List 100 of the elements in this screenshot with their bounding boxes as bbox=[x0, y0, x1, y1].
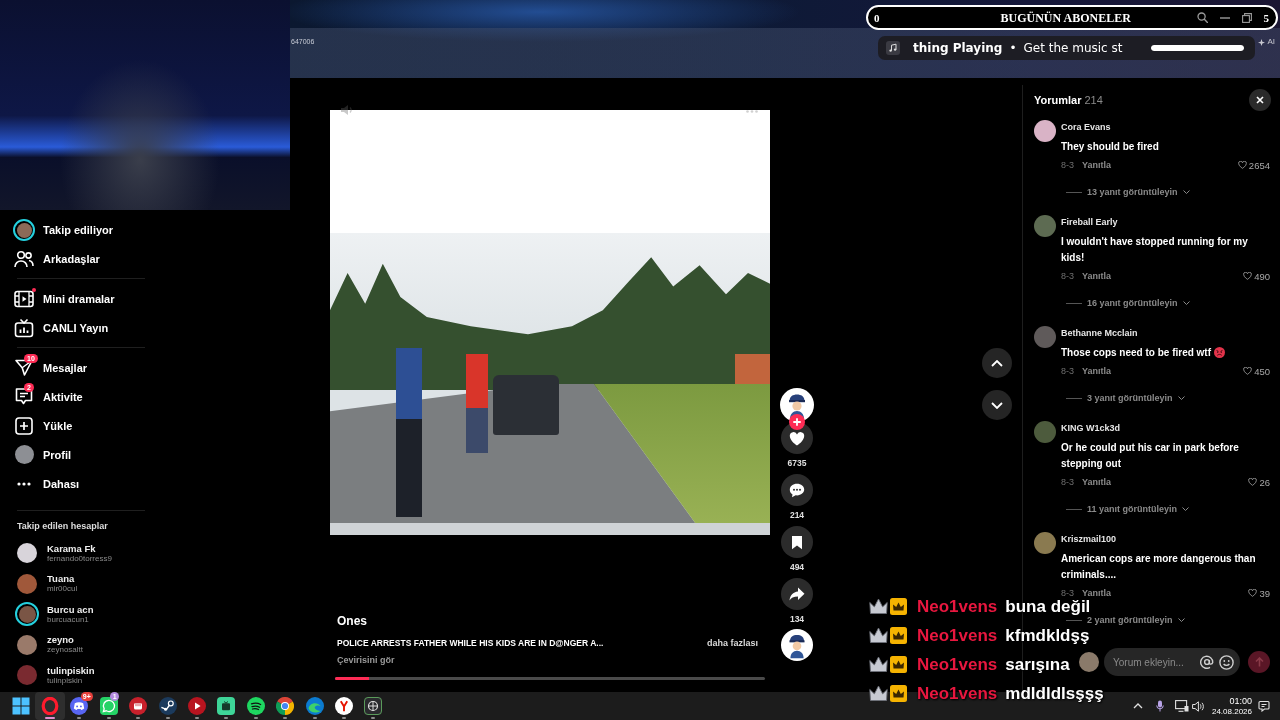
account-handle: mir00cul bbox=[47, 584, 78, 595]
account-name[interactable]: Burcu acn bbox=[47, 603, 94, 615]
user-avatar bbox=[14, 445, 34, 464]
notification-icon[interactable] bbox=[1258, 700, 1270, 712]
monitor-icon[interactable] bbox=[1174, 700, 1189, 712]
more-link[interactable]: daha fazlası bbox=[706, 636, 758, 650]
next-video-button[interactable] bbox=[982, 390, 1012, 420]
chevron-down-icon bbox=[1182, 507, 1190, 511]
sound-waves-app-icon bbox=[246, 697, 265, 715]
comment-author[interactable]: Kriszmail100 bbox=[1061, 532, 1117, 546]
play-app-icon bbox=[188, 697, 207, 715]
people-icon bbox=[14, 249, 34, 268]
minimize-icon[interactable] bbox=[1219, 16, 1230, 19]
track-title: thing Playing bbox=[913, 40, 1003, 56]
send-button[interactable] bbox=[1248, 651, 1270, 673]
sidebar-link[interactable]: Dahası bbox=[14, 469, 84, 498]
creator-avatar[interactable] bbox=[780, 388, 814, 422]
comment-like-button[interactable]: 450 bbox=[1243, 365, 1270, 377]
view-replies-button[interactable]: 13 yanıt görüntüleyin bbox=[1061, 183, 1190, 201]
sound-avatar[interactable] bbox=[781, 629, 813, 661]
reply-link[interactable]: Yanıtla bbox=[1082, 477, 1112, 487]
microphone-icon[interactable] bbox=[1155, 700, 1164, 712]
color-wheel-app-icon bbox=[276, 697, 295, 715]
speaker-icon[interactable] bbox=[341, 105, 353, 115]
comments-title: Yorumlar bbox=[1034, 94, 1082, 106]
chevron-down-icon bbox=[1177, 618, 1185, 622]
comment-text: They should be fired bbox=[1061, 141, 1159, 152]
comment-button[interactable] bbox=[781, 474, 813, 506]
bookmark-button[interactable] bbox=[781, 526, 813, 558]
share-arrow-icon bbox=[789, 587, 805, 601]
comment-date: 8-3 bbox=[1061, 271, 1074, 281]
chevron-up-icon[interactable] bbox=[1132, 703, 1143, 709]
ai-label[interactable]: AI bbox=[1267, 36, 1275, 48]
like-button[interactable] bbox=[781, 422, 813, 454]
video-author[interactable]: Ones bbox=[337, 613, 367, 629]
view-replies-button[interactable]: 11 yanıt görüntüleyin bbox=[1061, 500, 1190, 518]
sidebar-link[interactable]: Takip ediliyor bbox=[14, 215, 118, 244]
comment-text: Or he could put his car in park before stepping out bbox=[1061, 442, 1239, 469]
count-label: 0 bbox=[874, 10, 880, 25]
comment-count: 214 bbox=[789, 509, 805, 522]
comment-field[interactable]: Yorum ekleyin... bbox=[1104, 648, 1240, 676]
share-button[interactable] bbox=[781, 578, 813, 610]
previous-video-button[interactable] bbox=[982, 348, 1012, 378]
arrow-up-icon bbox=[1254, 657, 1264, 667]
sidebar-link[interactable]: CANLI Yayın bbox=[14, 313, 113, 342]
account-name[interactable]: zeyno bbox=[47, 634, 74, 646]
separator: • bbox=[1009, 40, 1017, 56]
view-replies-button[interactable]: 3 yanıt görüntüleyin bbox=[1061, 389, 1185, 407]
reply-link[interactable]: Yanıtla bbox=[1082, 160, 1112, 170]
account-name[interactable]: tulinpiskin bbox=[47, 664, 95, 676]
sparkle-icon bbox=[1258, 38, 1266, 46]
user-avatar[interactable] bbox=[17, 543, 37, 564]
user-avatar bbox=[1079, 652, 1099, 672]
comment-like-button[interactable]: 2654 bbox=[1237, 159, 1270, 171]
restore-icon[interactable] bbox=[1241, 12, 1252, 23]
sidebar-link[interactable]: Arkadaşlar bbox=[14, 244, 104, 273]
comment-like-button[interactable]: 39 bbox=[1248, 587, 1270, 599]
search-icon[interactable] bbox=[1196, 12, 1208, 23]
comment-author[interactable]: KING W1ck3d bbox=[1061, 421, 1120, 435]
view-replies-button[interactable]: 16 yanıt görüntüleyin bbox=[1061, 294, 1190, 312]
music-progress-track[interactable] bbox=[1151, 45, 1244, 51]
mention-icon[interactable] bbox=[1200, 655, 1214, 669]
crown-icon bbox=[869, 598, 888, 615]
account-name[interactable]: Tuana bbox=[47, 573, 75, 585]
smiley-icon[interactable] bbox=[1219, 654, 1234, 670]
comment-like-button[interactable]: 26 bbox=[1248, 476, 1270, 488]
comment-date: 8-3 bbox=[1061, 588, 1074, 598]
comment-like-button[interactable]: 490 bbox=[1243, 270, 1270, 282]
video-progress-track[interactable] bbox=[335, 677, 765, 680]
comment-author[interactable]: Fireball Early bbox=[1061, 215, 1118, 229]
sidebar-link[interactable]: Profil bbox=[14, 440, 76, 469]
music-note-icon[interactable] bbox=[886, 41, 900, 55]
sidebar-link[interactable]: Yükle bbox=[14, 411, 77, 440]
reply-link[interactable]: Yanıtla bbox=[1082, 271, 1112, 281]
lever-app-icon bbox=[158, 697, 177, 715]
clock-time[interactable]: 01:00 bbox=[1211, 695, 1252, 707]
plus-square-icon bbox=[15, 416, 33, 435]
chat-username: Neo1vens bbox=[917, 624, 998, 647]
user-avatar[interactable] bbox=[15, 602, 39, 627]
comment-author[interactable]: Cora Evans bbox=[1061, 120, 1111, 134]
user-avatar[interactable] bbox=[1034, 120, 1056, 142]
sidebar-link[interactable]: Mini dramalar bbox=[14, 284, 119, 313]
chat-message: sarışına bbox=[1005, 653, 1070, 676]
speaker-icon[interactable] bbox=[1191, 700, 1204, 712]
clock-date[interactable]: 24.08.2026 bbox=[1211, 706, 1252, 717]
four-squares-icon bbox=[11, 697, 30, 715]
reply-link[interactable]: Yanıtla bbox=[1082, 588, 1112, 598]
account-name[interactable]: Karama Fk bbox=[47, 542, 96, 554]
chat-username: Neo1vens bbox=[917, 682, 998, 705]
reply-link[interactable]: Yanıtla bbox=[1082, 366, 1112, 376]
chat-message: mdldldlsşşş bbox=[1005, 682, 1104, 705]
close-button[interactable] bbox=[1249, 89, 1271, 111]
comment-author[interactable]: Bethanne Mcclain bbox=[1061, 326, 1138, 340]
bookmark-count: 494 bbox=[789, 561, 805, 574]
like-count: 6735 bbox=[787, 457, 807, 470]
close-icon bbox=[1256, 96, 1264, 104]
heart-outline-icon bbox=[1248, 589, 1258, 597]
heart-outline-icon bbox=[1243, 272, 1253, 280]
translate-link[interactable]: Çevirisini gör bbox=[337, 653, 395, 667]
crown-badge-icon bbox=[890, 598, 907, 615]
